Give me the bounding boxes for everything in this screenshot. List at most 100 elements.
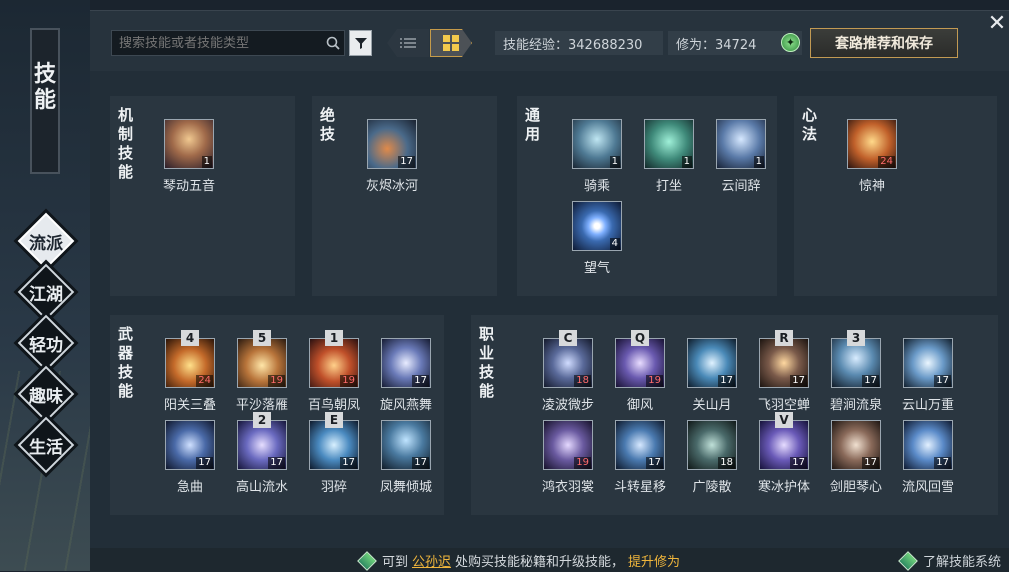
skill-slot[interactable]: 1 琴动五音	[154, 119, 224, 194]
sidebar-item-jianghu[interactable]: 江湖	[14, 263, 78, 321]
skill-name: 凌波微步	[541, 398, 594, 413]
panel-label: 机制技能	[118, 106, 134, 181]
panel-profession-skills: 职业技能 C 18 凌波微步 Q 19 御风 17 关山月 R 17 飞羽空蝉 …	[471, 315, 998, 515]
skill-name: 骑乘	[583, 179, 610, 194]
skill-name: 凤舞倾城	[379, 480, 432, 495]
skill-name: 剑胆琴心	[829, 480, 882, 495]
skill-slot[interactable]: 1 云间辞	[706, 119, 776, 194]
rapid-tune-icon: 17	[165, 420, 215, 470]
eye-qi-icon: 4	[572, 201, 622, 251]
search-icon[interactable]	[322, 32, 344, 54]
skill-name: 广陵散	[692, 480, 732, 495]
skill-slot[interactable]: R 17 飞羽空蝉	[749, 330, 819, 413]
skill-slot[interactable]: 24 惊神	[837, 119, 907, 194]
sidebar-item-label: 趣味	[29, 386, 63, 407]
skill-slot[interactable]: 17 凤舞倾城	[371, 420, 441, 495]
view-toggle	[387, 29, 473, 57]
npc-link[interactable]: 公孙迟	[412, 551, 451, 570]
sidebar-item-liupai[interactable]: 流派	[14, 212, 78, 270]
wind-snow-icon: 17	[903, 420, 953, 470]
filter-icon[interactable]	[349, 30, 372, 56]
skill-slot[interactable]: 18 广陵散	[677, 420, 747, 495]
panel-common-skills: 通用 1 骑乘 1 打坐 1 云间辞 4 望气	[517, 96, 777, 296]
skill-name: 寒冰护体	[757, 480, 810, 495]
search-box[interactable]	[111, 30, 345, 56]
skill-slot[interactable]: 17 云山万重	[893, 338, 963, 413]
skill-slot[interactable]: V 17 寒冰护体	[749, 412, 819, 495]
help-label: 了解技能系统	[922, 555, 1001, 570]
horse-icon: 1	[572, 119, 622, 169]
cloud-sword-icon: 1	[716, 119, 766, 169]
toolbar: 技能经验：342688230 修为：34724 ✦ 套路推荐和保存 ✕	[90, 11, 1009, 71]
skill-name: 望气	[583, 261, 610, 276]
sidebar-item-label: 生活	[29, 437, 63, 458]
cultivation-icon[interactable]: ✦	[781, 33, 800, 52]
list-view-icon[interactable]	[387, 29, 429, 57]
skill-name: 鸿衣羽裳	[541, 480, 594, 495]
skill-name: 平沙落雁	[235, 398, 288, 413]
skill-slot[interactable]: 17 斗转星移	[605, 420, 675, 495]
skill-name: 关山月	[692, 398, 732, 413]
page-title: 技 能	[30, 28, 60, 174]
skill-exp-value: 技能经验：342688230	[495, 31, 663, 55]
skill-slot[interactable]: 17 关山月	[677, 338, 747, 413]
close-icon[interactable]: ✕	[985, 11, 1009, 36]
hotkey-badge: V	[775, 412, 793, 428]
whirlwind-icon: 17	[381, 338, 431, 388]
skill-slot[interactable]: 17 急曲	[155, 420, 225, 495]
hotkey-badge: 1	[325, 330, 343, 346]
hotkey-badge: C	[559, 330, 577, 346]
footer-tip: 可到 公孙迟 处购买技能秘籍和升级技能， 提升修为	[357, 550, 680, 571]
panel-mechanism-skills: 机制技能 1 琴动五音	[110, 96, 295, 296]
skill-name: 羽碎	[320, 480, 347, 495]
phoenix-icon: 24	[847, 119, 897, 169]
grid-view-icon[interactable]	[430, 29, 472, 57]
search-input[interactable]	[112, 35, 322, 51]
help-link[interactable]: 了解技能系统	[898, 550, 1001, 571]
skill-name: 斗转星移	[613, 480, 666, 495]
skill-slot[interactable]: Q 19 御风	[605, 330, 675, 413]
panel-weapon-skills: 武器技能 4 24 阳关三叠 5 19 平沙落雁 1 19 百鸟朝凤 17 旋风…	[110, 315, 444, 515]
skill-slot[interactable]: 2 17 高山流水	[227, 412, 297, 495]
skill-name: 流风回雪	[901, 480, 954, 495]
music-orb-icon: 1	[164, 119, 214, 169]
upgrade-cultivation-link[interactable]: 提升修为	[628, 551, 680, 570]
skill-slot[interactable]: 17 旋风燕舞	[371, 338, 441, 413]
panel-label: 职业技能	[479, 325, 495, 400]
skill-slot[interactable]: 19 鸿衣羽裳	[533, 420, 603, 495]
sidebar-item-qinggong[interactable]: 轻功	[14, 314, 78, 372]
hotkey-badge: Q	[631, 330, 649, 346]
title-char: 能	[33, 88, 56, 113]
tip-gem-icon	[357, 550, 377, 571]
skill-slot[interactable]: 5 19 平沙落雁	[227, 330, 297, 413]
skill-slot[interactable]: 4 望气	[562, 201, 632, 276]
hotkey-badge: 2	[253, 412, 271, 428]
recommend-save-button[interactable]: 套路推荐和保存	[810, 28, 958, 58]
sidebar-item-quwei[interactable]: 趣味	[14, 365, 78, 423]
skill-slot[interactable]: 3 17 碧涧流泉	[821, 330, 891, 413]
sidebar-item-shenghuo[interactable]: 生活	[14, 416, 78, 474]
skill-slot[interactable]: E 17 羽碎	[299, 412, 369, 495]
skill-name: 旋风燕舞	[379, 398, 432, 413]
help-gem-icon	[898, 550, 918, 571]
skill-name: 百鸟朝凤	[307, 398, 360, 413]
skill-slot[interactable]: 1 骑乘	[562, 119, 632, 194]
skill-slot[interactable]: 17 流风回雪	[893, 420, 963, 495]
skill-name: 飞羽空蝉	[757, 398, 810, 413]
skill-slot[interactable]: 1 19 百鸟朝凤	[299, 330, 369, 413]
skill-slot[interactable]: C 18 凌波微步	[533, 330, 603, 413]
skill-name: 惊神	[858, 179, 885, 194]
skill-slot[interactable]: 1 打坐	[634, 119, 704, 194]
meditate-icon: 1	[644, 119, 694, 169]
skill-name: 高山流水	[235, 480, 288, 495]
skill-name: 阳关三叠	[163, 398, 216, 413]
panel-mind-skills: 心法 24 惊神	[794, 96, 997, 296]
tip-prefix: 可到	[382, 555, 409, 570]
skill-slot[interactable]: 17 灰烬冰河	[357, 119, 427, 194]
panel-label: 心法	[802, 106, 818, 143]
skill-slot[interactable]: 4 24 阳关三叠	[155, 330, 225, 413]
skill-slot[interactable]: 17 剑胆琴心	[821, 420, 891, 495]
ember-glacier-icon: 17	[367, 119, 417, 169]
skill-name: 御风	[626, 398, 653, 413]
guangling-icon: 18	[687, 420, 737, 470]
